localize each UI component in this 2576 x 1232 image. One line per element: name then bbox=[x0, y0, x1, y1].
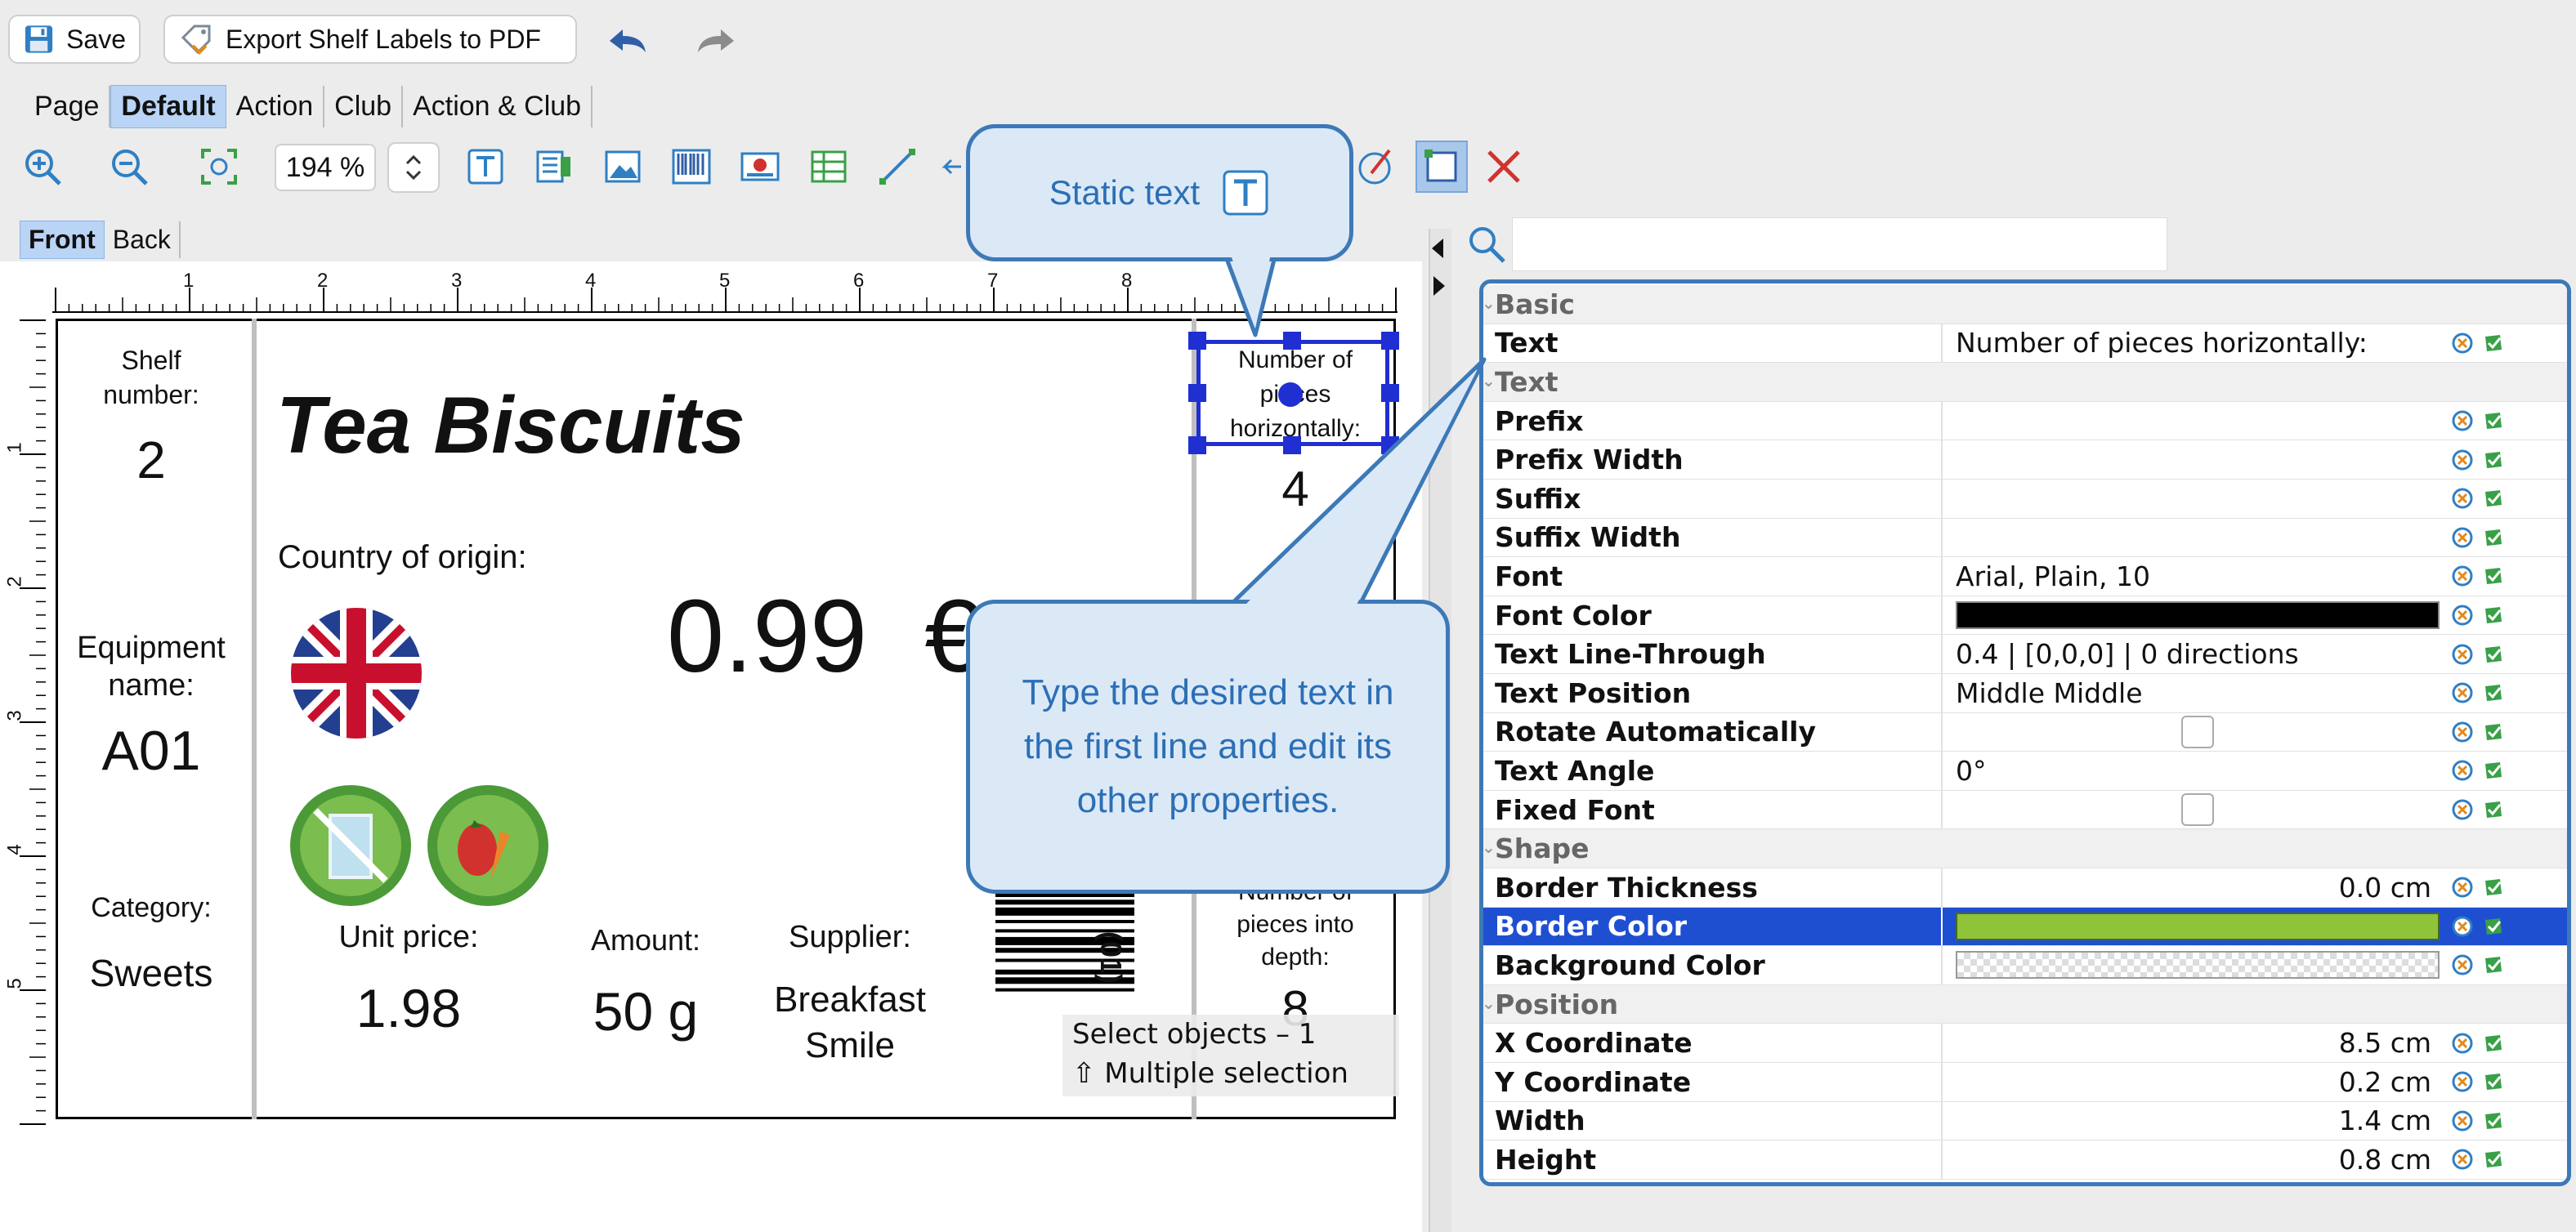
callout-pointer-fill bbox=[1229, 250, 1478, 608]
